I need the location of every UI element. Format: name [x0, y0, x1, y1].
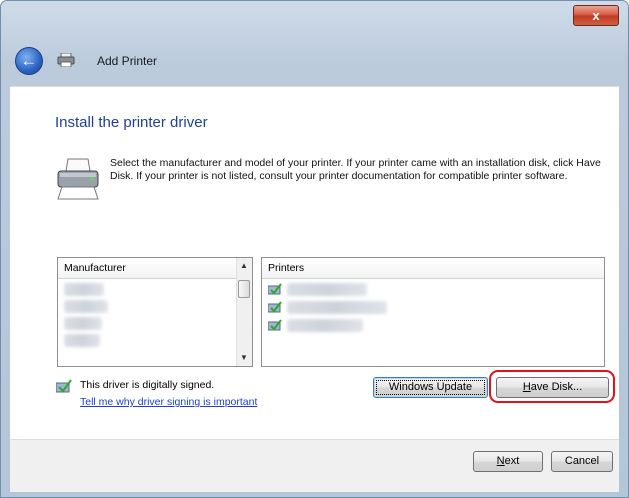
- window-title: Add Printer: [97, 54, 158, 68]
- scroll-up-icon[interactable]: ▲: [238, 259, 250, 273]
- signed-status-text: This driver is digitally signed.: [80, 379, 215, 391]
- scroll-down-icon[interactable]: ▼: [238, 351, 250, 365]
- manufacturer-scrollbar[interactable]: ▲ ▼: [236, 258, 252, 366]
- close-icon: x: [592, 8, 600, 23]
- printer-item[interactable]: [268, 299, 604, 315]
- scroll-thumb[interactable]: [238, 280, 250, 298]
- driver-signing-link[interactable]: Tell me why driver signing is important: [80, 396, 257, 408]
- cancel-button[interactable]: Cancel: [551, 451, 613, 472]
- printers-listbox[interactable]: Printers: [261, 257, 605, 367]
- back-arrow-icon: ←: [20, 51, 38, 70]
- close-button[interactable]: x: [573, 5, 619, 26]
- signed-driver-icon: [268, 319, 282, 331]
- wizard-footer: Next Cancel: [10, 439, 619, 492]
- printers-column-header: Printers: [262, 258, 604, 279]
- instructions-text: Select the manufacturer and model of you…: [110, 157, 601, 182]
- printer-icon: [57, 53, 75, 67]
- windows-update-button[interactable]: Windows Update: [373, 377, 488, 398]
- manufacturer-item[interactable]: [64, 283, 104, 296]
- have-disk-button[interactable]: Have Disk...: [496, 377, 609, 398]
- printer-item[interactable]: [268, 281, 604, 297]
- add-printer-window: x ← Add Printer Install the printer driv…: [0, 0, 629, 498]
- signed-driver-icon: [268, 283, 282, 295]
- have-disk-hotkey: H: [522, 381, 531, 393]
- wizard-content: Install the printer driver Select the ma…: [10, 86, 619, 440]
- printer-item[interactable]: [268, 317, 604, 333]
- next-hotkey: N: [496, 455, 505, 467]
- next-button[interactable]: Next: [473, 451, 543, 472]
- manufacturer-listbox[interactable]: Manufacturer ▲ ▼: [57, 257, 253, 367]
- printer-driver-icon: [57, 158, 99, 200]
- next-label: ext: [504, 455, 520, 467]
- signed-driver-icon: [268, 301, 282, 313]
- manufacturer-item[interactable]: [64, 300, 108, 313]
- back-button[interactable]: ←: [15, 47, 43, 75]
- page-title: Install the printer driver: [55, 114, 208, 131]
- manufacturer-item[interactable]: [64, 317, 102, 330]
- wizard-nav-bar: ← Add Printer: [9, 41, 622, 81]
- have-disk-label: ave Disk...: [530, 381, 583, 393]
- manufacturer-column-header: Manufacturer: [58, 258, 252, 279]
- manufacturer-item[interactable]: [64, 334, 100, 347]
- signed-driver-icon: [56, 379, 72, 393]
